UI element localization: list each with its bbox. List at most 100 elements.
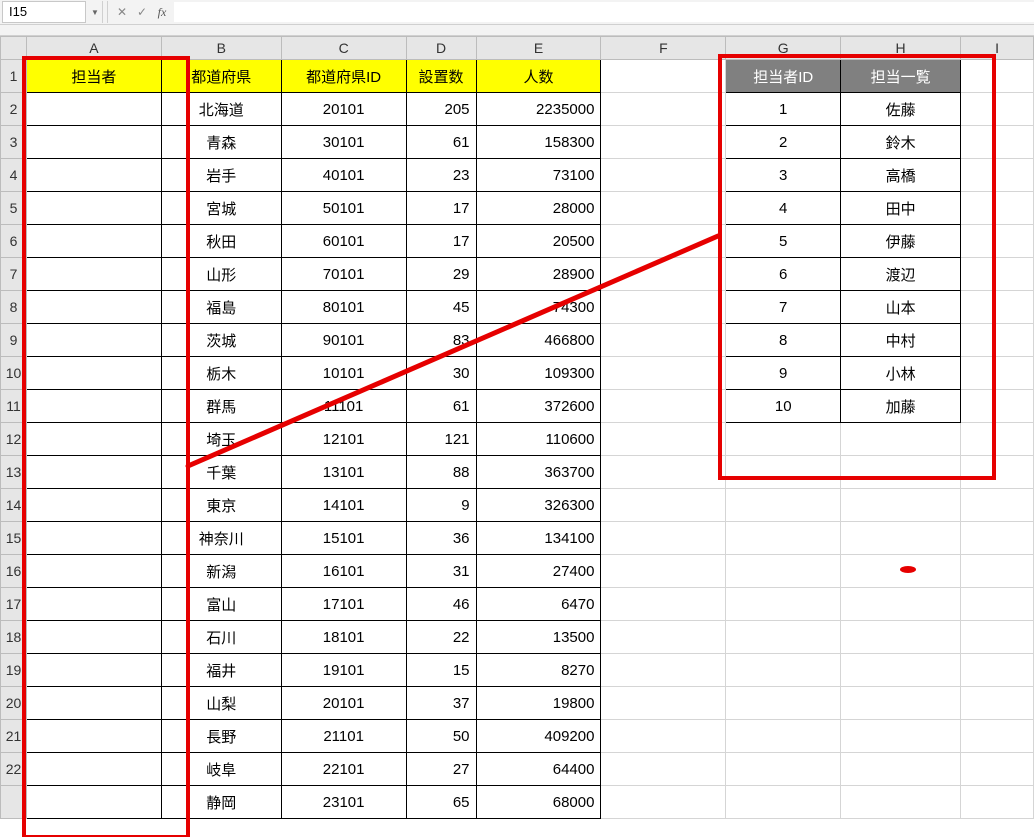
cell-G11[interactable]: 10 (726, 390, 841, 423)
cell-D11[interactable]: 61 (406, 390, 476, 423)
cell-D18[interactable]: 22 (406, 621, 476, 654)
cell-A23[interactable] (26, 786, 161, 819)
cell-I2[interactable] (961, 93, 1034, 126)
cell-D20[interactable]: 37 (406, 687, 476, 720)
row-header[interactable]: 8 (1, 291, 27, 324)
cell-H23[interactable] (841, 786, 961, 819)
cell-I12[interactable] (961, 423, 1034, 456)
cell-H3[interactable]: 鈴木 (841, 126, 961, 159)
cell-D14[interactable]: 9 (406, 489, 476, 522)
cell-E9[interactable]: 466800 (476, 324, 601, 357)
cell-A4[interactable] (26, 159, 161, 192)
cell-E10[interactable]: 109300 (476, 357, 601, 390)
cell-A2[interactable] (26, 93, 161, 126)
cell-H20[interactable] (841, 687, 961, 720)
cell-G19[interactable] (726, 654, 841, 687)
cell-E2[interactable]: 2235000 (476, 93, 601, 126)
name-box-dropdown-icon[interactable]: ▼ (88, 1, 103, 23)
cell-I15[interactable] (961, 522, 1034, 555)
cell-G8[interactable]: 7 (726, 291, 841, 324)
cancel-icon[interactable]: ✕ (112, 1, 132, 23)
cell-I6[interactable] (961, 225, 1034, 258)
cell-B10[interactable]: 栃木 (161, 357, 281, 390)
cell-F6[interactable] (601, 225, 726, 258)
cell-B11[interactable]: 群馬 (161, 390, 281, 423)
row-header[interactable]: 17 (1, 588, 27, 621)
cell-F8[interactable] (601, 291, 726, 324)
cell-F12[interactable] (601, 423, 726, 456)
cell-G6[interactable]: 5 (726, 225, 841, 258)
cell-F21[interactable] (601, 720, 726, 753)
row-header[interactable]: 12 (1, 423, 27, 456)
cell-I10[interactable] (961, 357, 1034, 390)
row-header[interactable]: 4 (1, 159, 27, 192)
col-header-G[interactable]: G (726, 37, 841, 60)
cell-E19[interactable]: 8270 (476, 654, 601, 687)
cell-I13[interactable] (961, 456, 1034, 489)
row-header[interactable]: 13 (1, 456, 27, 489)
cell-B9[interactable]: 茨城 (161, 324, 281, 357)
row-header[interactable]: 18 (1, 621, 27, 654)
cell-H8[interactable]: 山本 (841, 291, 961, 324)
cell-C9[interactable]: 90101 (281, 324, 406, 357)
cell-F1[interactable] (601, 60, 726, 93)
cell-F15[interactable] (601, 522, 726, 555)
cell-B13[interactable]: 千葉 (161, 456, 281, 489)
cell-I22[interactable] (961, 753, 1034, 786)
cell-F5[interactable] (601, 192, 726, 225)
cell-B12[interactable]: 埼玉 (161, 423, 281, 456)
cell-A7[interactable] (26, 258, 161, 291)
cell-H1[interactable]: 担当一覧 (841, 60, 961, 93)
cell-A1[interactable]: 担当者 (26, 60, 161, 93)
cell-D4[interactable]: 23 (406, 159, 476, 192)
cell-I20[interactable] (961, 687, 1034, 720)
cell-E13[interactable]: 363700 (476, 456, 601, 489)
cell-C15[interactable]: 15101 (281, 522, 406, 555)
cell-A9[interactable] (26, 324, 161, 357)
cell-C5[interactable]: 50101 (281, 192, 406, 225)
cell-E20[interactable]: 19800 (476, 687, 601, 720)
cell-E15[interactable]: 134100 (476, 522, 601, 555)
cell-C12[interactable]: 12101 (281, 423, 406, 456)
cell-G10[interactable]: 9 (726, 357, 841, 390)
row-header[interactable]: 22 (1, 753, 27, 786)
cell-I5[interactable] (961, 192, 1034, 225)
fx-icon[interactable]: fx (152, 1, 172, 23)
enter-icon[interactable]: ✓ (132, 1, 152, 23)
cell-D1[interactable]: 設置数 (406, 60, 476, 93)
cell-F11[interactable] (601, 390, 726, 423)
row-header[interactable]: 10 (1, 357, 27, 390)
cell-D13[interactable]: 88 (406, 456, 476, 489)
cell-I19[interactable] (961, 654, 1034, 687)
cell-C6[interactable]: 60101 (281, 225, 406, 258)
col-header-H[interactable]: H (841, 37, 961, 60)
cell-I7[interactable] (961, 258, 1034, 291)
row-header[interactable]: 19 (1, 654, 27, 687)
cell-A13[interactable] (26, 456, 161, 489)
cell-H5[interactable]: 田中 (841, 192, 961, 225)
cell-A22[interactable] (26, 753, 161, 786)
row-header[interactable]: 1 (1, 60, 27, 93)
cell-H12[interactable] (841, 423, 961, 456)
cell-G3[interactable]: 2 (726, 126, 841, 159)
cell-E21[interactable]: 409200 (476, 720, 601, 753)
cell-F17[interactable] (601, 588, 726, 621)
cell-F19[interactable] (601, 654, 726, 687)
cell-G22[interactable] (726, 753, 841, 786)
cell-G20[interactable] (726, 687, 841, 720)
cell-G9[interactable]: 8 (726, 324, 841, 357)
cell-B19[interactable]: 福井 (161, 654, 281, 687)
cell-H18[interactable] (841, 621, 961, 654)
cell-G2[interactable]: 1 (726, 93, 841, 126)
cell-G23[interactable] (726, 786, 841, 819)
cell-A21[interactable] (26, 720, 161, 753)
cell-H13[interactable] (841, 456, 961, 489)
cell-C22[interactable]: 22101 (281, 753, 406, 786)
cell-I4[interactable] (961, 159, 1034, 192)
col-header-E[interactable]: E (476, 37, 601, 60)
cell-C23[interactable]: 23101 (281, 786, 406, 819)
cell-E7[interactable]: 28900 (476, 258, 601, 291)
cell-G16[interactable] (726, 555, 841, 588)
cell-C21[interactable]: 21101 (281, 720, 406, 753)
row-header[interactable]: 2 (1, 93, 27, 126)
